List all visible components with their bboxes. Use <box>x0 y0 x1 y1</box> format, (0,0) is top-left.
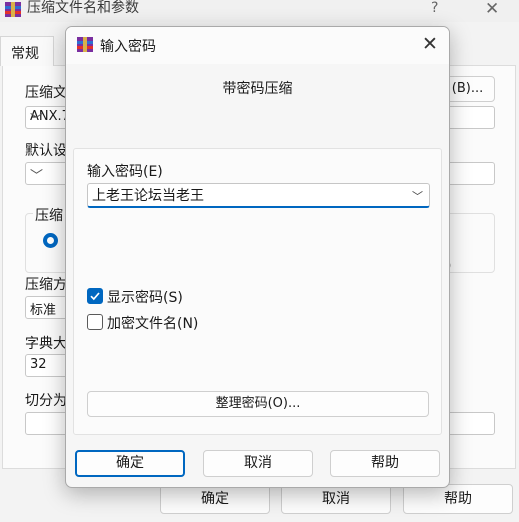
cancel-label: 取消 <box>244 455 272 471</box>
tab-general-label: 常规 <box>11 46 39 62</box>
split-volume-label: 切分为 <box>25 393 67 409</box>
dictionary-size-label: 字典大 <box>25 336 67 352</box>
compression-method-value: 标准 <box>30 303 57 318</box>
close-icon: ✕ <box>422 33 438 55</box>
background-ok-label: 确定 <box>201 491 229 507</box>
background-cancel-label: 取消 <box>322 491 350 507</box>
organize-passwords-label: 整理密码(O)... <box>215 396 301 411</box>
encrypt-filenames-checkbox[interactable] <box>87 314 103 330</box>
dictionary-size-value: 32 <box>30 357 47 372</box>
background-title: 压缩文件名和参数 <box>27 0 139 16</box>
group-label: 压缩 <box>33 205 65 225</box>
radio-selected[interactable] <box>43 233 58 248</box>
organize-passwords-button[interactable]: 整理密码(O)... <box>87 391 429 417</box>
password-label: 输入密码(E) <box>87 164 163 180</box>
cancel-button[interactable]: 取消 <box>203 450 313 477</box>
encrypt-filenames-label[interactable]: 加密文件名(N) <box>107 313 198 333</box>
chevron-down-icon[interactable]: ﹀ <box>412 188 423 204</box>
winrar-icon <box>77 37 93 52</box>
ok-button[interactable]: 确定 <box>75 450 185 477</box>
help-label: 帮助 <box>371 455 399 471</box>
background-help-button[interactable]: ? <box>431 0 438 16</box>
archive-name-label: 压缩文 <box>25 85 67 101</box>
password-dialog-title: 输入密码 <box>100 39 156 55</box>
help-button[interactable]: 帮助 <box>330 450 440 477</box>
background-ok-button[interactable]: 确定 <box>160 484 270 514</box>
default-profile-label: 默认设 <box>25 143 67 159</box>
show-password-checkbox[interactable] <box>87 288 103 304</box>
close-button[interactable]: ✕ <box>417 32 443 58</box>
background-titlebar: 压缩文件名和参数 ? ✕ <box>0 0 519 22</box>
password-dialog-titlebar: 输入密码 ✕ <box>66 27 449 64</box>
browse-button-label: (B)... <box>451 81 484 96</box>
tab-general[interactable]: 常规 <box>0 36 54 66</box>
ok-label: 确定 <box>116 455 144 471</box>
background-help-text-button[interactable]: 帮助 <box>403 484 513 514</box>
dialog-heading: 带密码压缩 <box>222 81 293 97</box>
background-help-label: 帮助 <box>444 491 472 507</box>
password-input[interactable] <box>92 185 402 205</box>
background-cancel-button[interactable]: 取消 <box>281 484 391 514</box>
compression-method-label: 压缩方 <box>25 277 67 293</box>
winrar-icon <box>5 2 21 17</box>
password-combobox[interactable]: ﹀ <box>87 183 430 208</box>
password-dialog: 输入密码 ✕ 带密码压缩 输入密码(E) ﹀ 显示密码(S) 加密文件名(N) … <box>65 26 450 488</box>
checkmark-icon <box>90 292 100 301</box>
show-password-label[interactable]: 显示密码(S) <box>107 287 183 307</box>
background-close-button[interactable]: ✕ <box>485 0 499 19</box>
